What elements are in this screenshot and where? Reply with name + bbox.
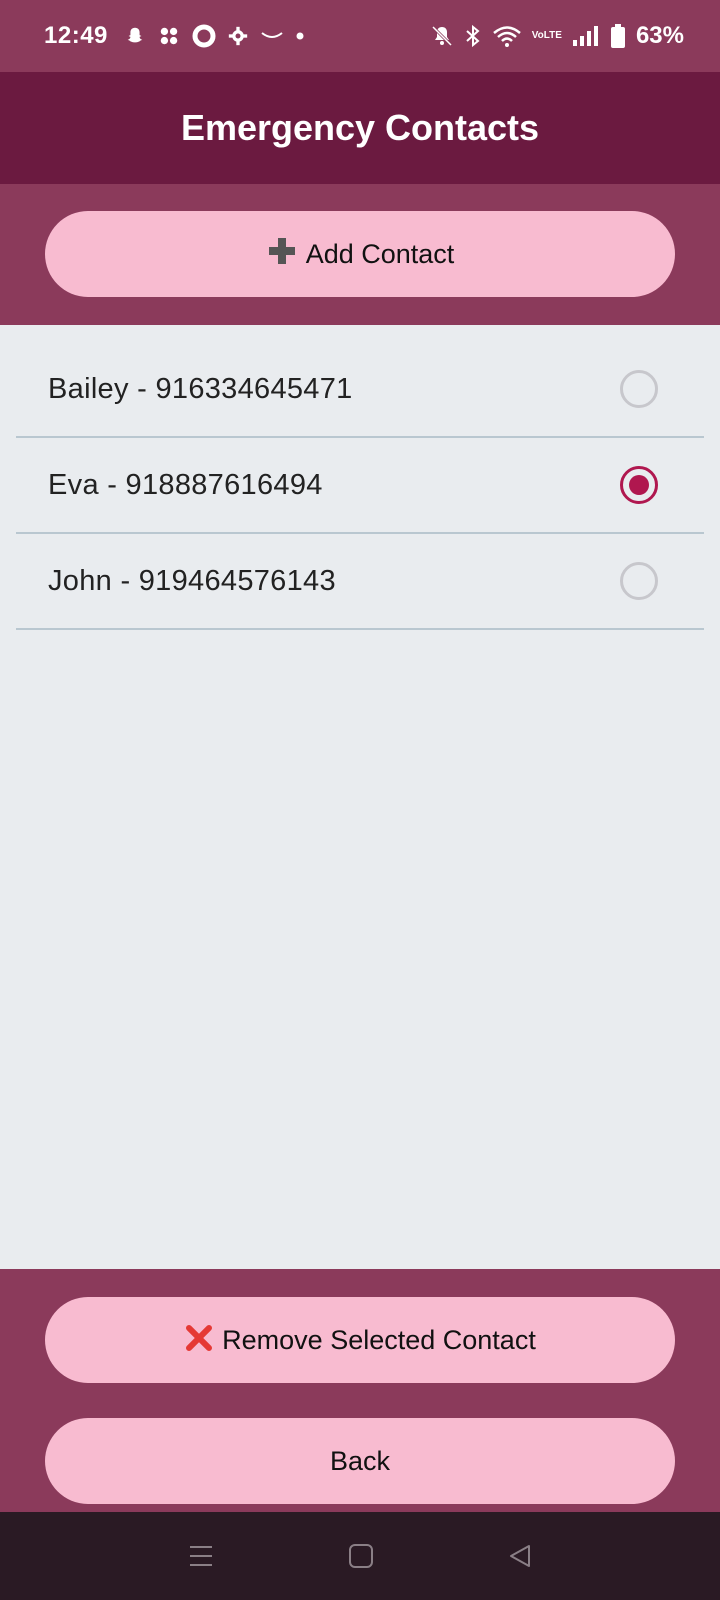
back-button[interactable]: Back — [45, 1418, 675, 1504]
bottom-actions-panel: Remove Selected Contact Back — [0, 1269, 720, 1512]
system-status-icons: Vo LTE 63% — [430, 22, 684, 50]
contact-list: Bailey - 916334645471 Eva - 918887616494… — [16, 342, 704, 630]
contact-label: Eva - 918887616494 — [48, 468, 323, 501]
app-bar: Emergency Contacts — [0, 72, 720, 184]
system-nav-bar — [0, 1512, 720, 1600]
bluetooth-icon — [464, 24, 482, 48]
add-contact-button[interactable]: Add Contact — [45, 211, 675, 297]
back-triangle-icon[interactable] — [507, 1543, 533, 1569]
contact-radio-bailey[interactable] — [620, 370, 658, 408]
page-title: Emergency Contacts — [180, 107, 540, 148]
wifi-icon — [492, 24, 522, 48]
smile-icon — [260, 29, 284, 43]
plus-icon — [266, 235, 298, 273]
contact-radio-john[interactable] — [620, 562, 658, 600]
gear-icon — [228, 26, 248, 46]
battery-percentage: 63% — [635, 22, 684, 49]
top-actions-panel: Add Contact — [0, 184, 720, 325]
remove-selected-contact-button[interactable]: Remove Selected Contact — [45, 1297, 675, 1383]
mute-bell-icon — [430, 24, 454, 48]
contact-item-bailey[interactable]: Bailey - 916334645471 — [16, 342, 704, 438]
clover-icon — [158, 25, 180, 47]
remove-contact-label: Remove Selected Contact — [222, 1324, 536, 1355]
home-icon[interactable] — [348, 1543, 374, 1569]
back-label: Back — [329, 1445, 391, 1476]
status-bar: 12:49 Vo LTE 63% — [0, 0, 720, 72]
add-contact-label: Add Contact — [305, 238, 455, 269]
status-time: 12:49 — [44, 22, 108, 49]
contact-item-eva[interactable]: Eva - 918887616494 — [16, 438, 704, 534]
red-x-icon — [184, 1323, 214, 1358]
contact-item-john[interactable]: John - 919464576143 — [16, 534, 704, 630]
battery-icon — [610, 23, 626, 49]
snapchat-icon — [124, 25, 146, 47]
volte-bottom-label: LTE — [543, 30, 562, 41]
circle-icon — [192, 24, 216, 48]
contact-label: Bailey - 916334645471 — [48, 372, 353, 405]
contact-label: John - 919464576143 — [48, 564, 336, 597]
dot-icon — [296, 32, 304, 40]
notification-icons — [124, 24, 304, 48]
volte-top-label: Vo — [531, 30, 544, 41]
signal-icon — [572, 24, 600, 48]
volte-icon: Vo LTE — [532, 31, 562, 41]
menu-icon[interactable] — [187, 1543, 215, 1569]
contact-radio-eva[interactable] — [620, 466, 658, 504]
